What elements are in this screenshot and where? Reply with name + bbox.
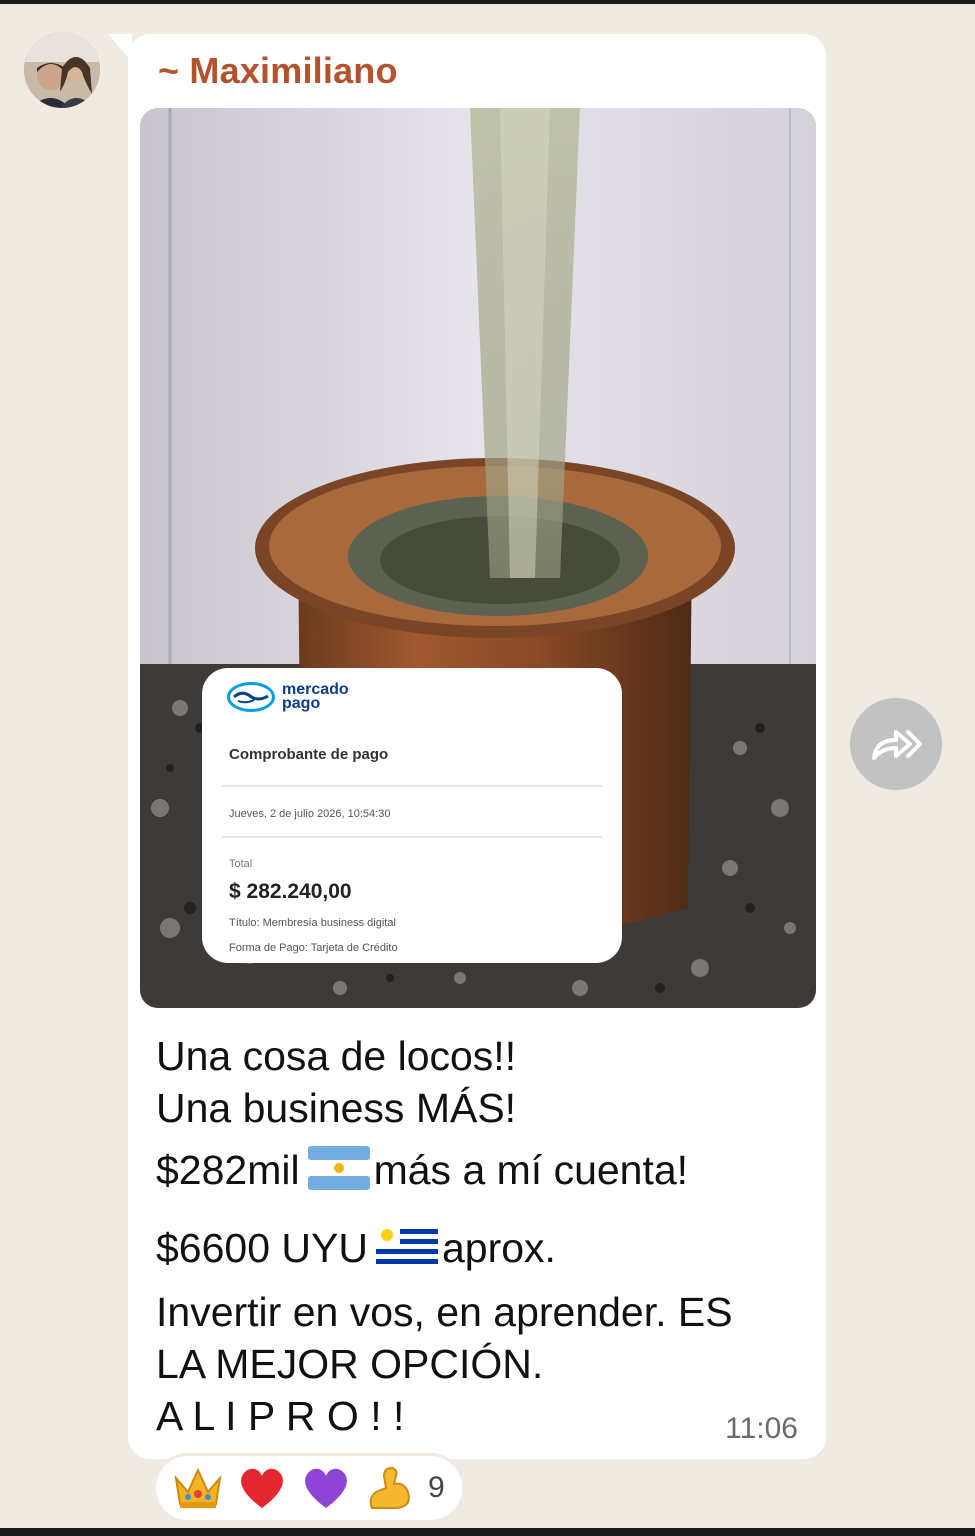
receipt-date: Jueves, 2 de julio 2026, 10:54:30 [229, 808, 391, 820]
caption-line: $282mil más a mí cuenta! [156, 1144, 796, 1196]
receipt-title: Comprobante de pago [229, 746, 389, 763]
caption-line: Una business MÁS! [156, 1085, 517, 1131]
caption-text: más a mí cuenta! [373, 1147, 689, 1193]
chat-screen: ~ Maximiliano mercado pago Comprobante d… [0, 4, 975, 1528]
crown-emoji [170, 1462, 226, 1514]
forward-icon [872, 730, 922, 760]
avatar-photo [24, 32, 100, 108]
handshake-icon [227, 682, 275, 712]
message-text: Una cosa de locos!! Una business MÁS! $2… [156, 1030, 796, 1442]
purple-heart-emoji [298, 1462, 354, 1514]
receipt-divider [222, 836, 602, 838]
attached-image[interactable]: mercado pago Comprobante de pago Jueves,… [140, 108, 816, 1008]
mercado-pago-logo: mercado pago [226, 680, 349, 714]
sender-avatar[interactable] [24, 32, 100, 108]
caption-amount-ars: $282mil [156, 1147, 300, 1193]
receipt-item-title: Título: Membresía business digital [229, 917, 396, 929]
caption-line: A L I P R O ! ! [156, 1393, 405, 1439]
reaction-count: 9 [428, 1471, 445, 1504]
caption-line: Invertir en vos, en aprender. ES [156, 1289, 733, 1335]
red-heart-emoji [234, 1462, 290, 1514]
caption-line: $6600 UYU aprox. [156, 1222, 796, 1274]
receipt-divider [222, 785, 602, 787]
caption-amount-uyu: $6600 UYU [156, 1225, 368, 1271]
argentina-flag-icon [307, 1146, 370, 1190]
uruguay-flag-icon [375, 1224, 438, 1268]
payment-receipt: mercado pago Comprobante de pago Jueves,… [202, 668, 622, 963]
receipt-payment-method: Forma de Pago: Tarjeta de Crédito [229, 942, 398, 954]
flexed-biceps-emoji [362, 1462, 418, 1514]
reactions-bar[interactable]: 9 [153, 1453, 465, 1523]
sender-name[interactable]: ~ Maximiliano [158, 50, 398, 92]
caption-line: LA MEJOR OPCIÓN. [156, 1341, 544, 1387]
receipt-total-value: $ 282.240,00 [229, 880, 352, 903]
receipt-total-label: Total [229, 858, 253, 870]
message-bubble[interactable]: ~ Maximiliano mercado pago Comprobante d… [128, 34, 826, 1459]
forward-button[interactable] [850, 698, 942, 790]
message-timestamp: 11:06 [725, 1412, 798, 1445]
caption-text: aprox. [441, 1225, 556, 1271]
caption-line: Una cosa de locos!! [156, 1033, 517, 1079]
mp-brand-line2: pago [282, 695, 321, 712]
